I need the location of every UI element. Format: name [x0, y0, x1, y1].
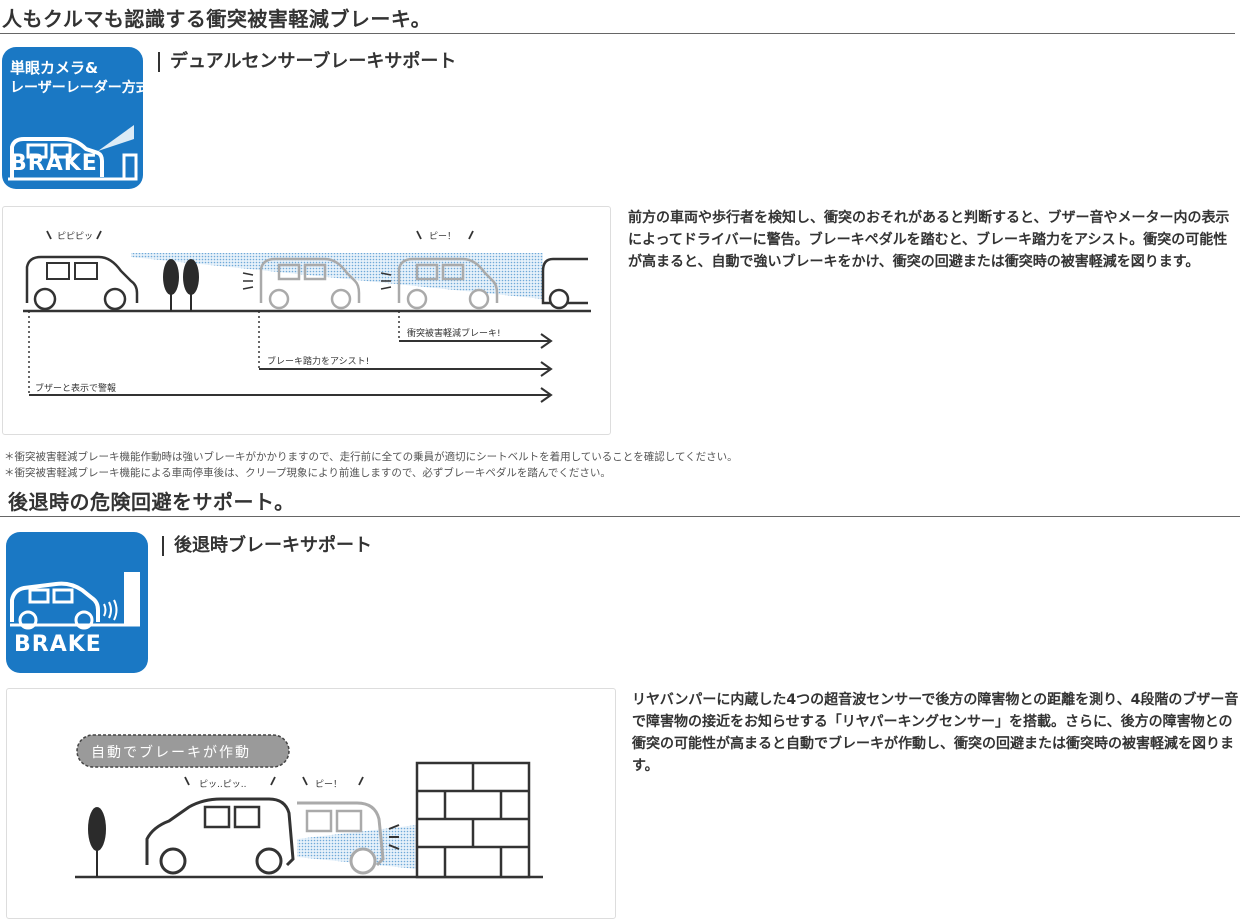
section1-heading: 人もクルマも認識する衝突被害軽減ブレーキ。	[2, 7, 432, 31]
badge-brake-label: BRAKE	[10, 151, 98, 176]
dual-sensor-description: 前方の車両や歩行者を検知し、衝突のおそれがあると判断すると、ブザー音やメーター内…	[628, 210, 1230, 270]
dual-sensor-brake-badge: 単眼カメラ& レーザーレーダー方式 BRAKE	[2, 47, 143, 189]
reverse-alarm-sound-text: ピー！	[315, 780, 343, 790]
reverse-brake-badge: BRAKE	[6, 532, 148, 673]
safety-note-2: ＊衝突被害軽減ブレーキ機能による車両停車後は、クリープ現象により前進しますので、…	[4, 467, 611, 479]
safety-note-1: ＊衝突被害軽減ブレーキ機能作動時は強いブレーキがかかりますので、走行前に全ての乗…	[4, 451, 738, 463]
reverse-badge-brake-label: BRAKE	[14, 632, 102, 657]
buzzer-alarm-arrow-label: ブザーと表示で警報	[35, 384, 117, 394]
auto-brake-bubble-text: 自動でブレーキが作動	[91, 745, 251, 761]
section2-heading-rule	[0, 516, 1240, 517]
reverse-brake-illustration	[75, 734, 543, 879]
forward-brake-diagram: ピピピッ ピー！ 衝突被害軽減ブレーキ! ブレーキ踏力をアシスト! ブザーと表示…	[2, 206, 611, 435]
section2-heading: 後退時の危険回避をサポート。	[8, 490, 295, 514]
reverse-brake-description: リヤバンパーに内蔵した4つの超音波センサーで後方の障害物との距離を測り、4段階の…	[632, 692, 1239, 774]
section1-heading-rule	[0, 33, 1235, 34]
reverse-brake-diagram: 自動でブレーキが作動 ピッ..ピッ.. ピー！	[6, 688, 616, 919]
warning-sound-text: ピピピッ	[57, 232, 94, 242]
alarm-sound-text: ピー！	[429, 232, 457, 242]
reverse-warning-sound-text: ピッ..ピッ..	[199, 780, 247, 790]
collision-brake-arrow-label: 衝突被害軽減ブレーキ!	[407, 329, 501, 339]
forward-brake-illustration	[23, 230, 591, 403]
dual-sensor-subtitle: デュアルセンサーブレーキサポート	[158, 52, 456, 72]
reverse-brake-subtitle: 後退時ブレーキサポート	[162, 536, 372, 556]
brake-assist-arrow-label: ブレーキ踏力をアシスト!	[267, 357, 370, 367]
